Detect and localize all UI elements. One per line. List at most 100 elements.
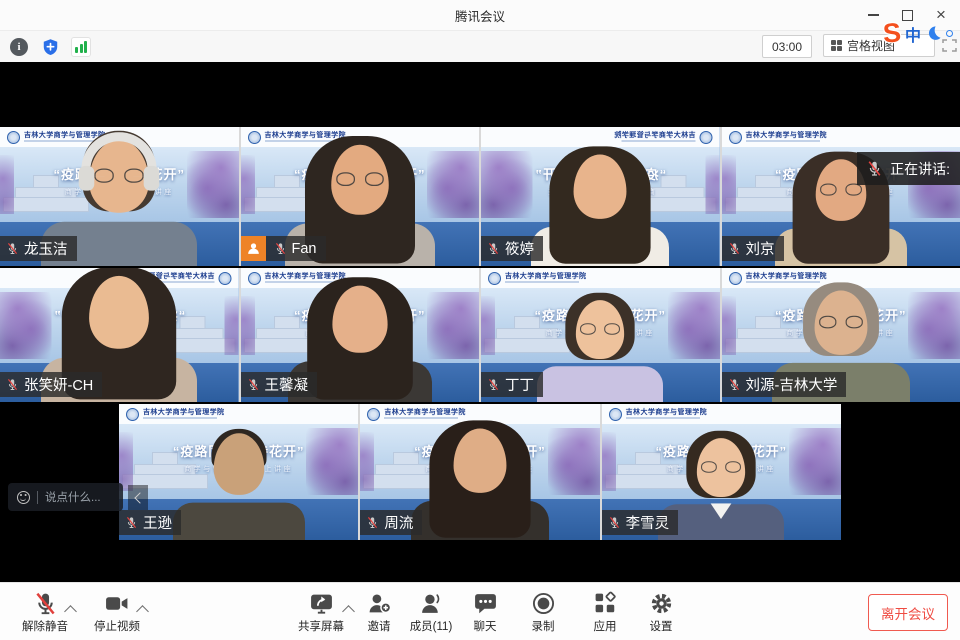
stop-video-label: 停止视频 (94, 618, 140, 634)
members-label: 成员(11) (410, 618, 453, 634)
security-button[interactable] (39, 36, 61, 58)
mic-muted-icon (125, 516, 138, 529)
university-logo-icon (367, 408, 380, 421)
video-row-3: “疫路同行 静待花开” 商学与管理学院 线上讲座 吉林大学商学与管理学院 (119, 404, 841, 540)
invite-button[interactable]: 邀请 (356, 591, 402, 634)
university-logo-icon (248, 131, 261, 144)
university-logo-icon (729, 272, 742, 285)
mic-muted-icon (728, 378, 741, 391)
minimize-icon (868, 14, 879, 16)
info-icon: i (10, 38, 28, 56)
meeting-info-button[interactable]: i (8, 36, 30, 58)
ime-dot-icon[interactable] (946, 30, 953, 37)
meeting-timer: 03:00 (762, 35, 812, 58)
participant-name: 周流 (384, 512, 413, 533)
person-headphones (82, 132, 157, 176)
background-header: 吉林大学商学与管理学院 (602, 404, 841, 424)
school-name: 吉林大学商学与管理学院 (143, 409, 224, 416)
speaking-indicator: 正在讲话: (857, 152, 960, 185)
university-logo-icon (219, 272, 232, 285)
school-name-en (626, 417, 700, 419)
person-face (332, 286, 387, 353)
participant-video-person (532, 293, 669, 402)
bottom-toolbar: 解除静音 停止视频 共享屏幕 (0, 582, 960, 640)
participant-nametag: Fan (241, 236, 326, 261)
university-logo-icon (488, 272, 501, 285)
participant-name: 刘源-吉林大学 (746, 374, 838, 395)
lilac-flowers-graphic (548, 428, 600, 495)
school-name-en (746, 140, 820, 142)
school-name: 吉林大学商学与管理学院 (626, 409, 707, 416)
participant-name: 丁丁 (505, 374, 534, 395)
chevron-left-icon (134, 492, 145, 503)
network-status-button[interactable] (70, 36, 92, 58)
participant-tile[interactable]: “疫路同行 静待花开” 商学与管理学院 线上讲座 吉林大学商学与管理学院 (722, 127, 960, 266)
status-bar: i 03:00 宫格视图 (0, 30, 960, 63)
participant-tile[interactable]: “疫路同行 静待花开” 商学与管理学院 线上讲座 吉林大学商学与管理学院 (0, 127, 239, 266)
participant-nametag: 刘源-吉林大学 (722, 372, 847, 397)
participant-nametag: 龙玉洁 (0, 236, 77, 261)
quick-chat-input[interactable]: 说点什么... (8, 483, 123, 511)
participant-tile[interactable]: “疫路同行 静待花开” 商学与管理学院 线上讲座 吉林大学商学与管理学院 (241, 127, 480, 266)
night-mode-moon-icon[interactable] (925, 25, 942, 42)
apps-button[interactable]: 应用 (584, 591, 626, 634)
university-logo-icon (248, 272, 261, 285)
background-header: 吉林大学商学与管理学院 (481, 268, 720, 288)
school-name-en (384, 417, 458, 419)
participant-nametag: 李雪灵 (602, 510, 679, 535)
video-row-2: “疫路同行 静待花开” 商学与管理学院 线上讲座 吉林大学商学与管理学院 (0, 268, 960, 402)
leave-meeting-button[interactable]: 离开会议 (868, 594, 948, 631)
record-label: 录制 (532, 618, 555, 634)
apps-icon (593, 591, 618, 616)
mic-muted-icon (6, 242, 19, 255)
ime-language-toggle[interactable]: 中 (905, 22, 921, 46)
participant-tile[interactable]: “疫路同行 静待花开” 商学与管理学院 线上讲座 吉林大学商学与管理学院 (481, 268, 720, 402)
video-grid-area: “疫路同行 静待花开” 商学与管理学院 线上讲座 吉林大学商学与管理学院 (0, 62, 960, 582)
divider (37, 491, 38, 504)
participant-name: 刘京 (746, 238, 775, 259)
mic-muted-icon (274, 242, 287, 255)
grid-view-icon (831, 40, 842, 51)
participant-nametag: 张笑妍-CH (0, 372, 102, 397)
record-icon (531, 591, 556, 616)
sogou-logo-icon[interactable]: S (882, 19, 902, 47)
participant-video-person (405, 420, 555, 540)
school-name: 吉林大学商学与管理学院 (614, 132, 695, 139)
participant-tile[interactable]: “疫路同行 静待花开” 商学与管理学院 线上讲座 吉林大学商学与管理学院 (360, 404, 599, 540)
mic-muted-icon (247, 378, 260, 391)
person-glasses (699, 461, 743, 475)
school-name-en (622, 140, 696, 142)
apps-label: 应用 (594, 618, 617, 634)
mic-muted-icon (33, 591, 58, 616)
person-torso (537, 366, 663, 402)
participant-tile[interactable]: “疫路同行 静待花开” 商学与管理学院 线上讲座 吉林大学商学与管理学院 (0, 268, 239, 402)
mic-muted-icon (608, 516, 621, 529)
school-name: 吉林大学商学与管理学院 (746, 132, 827, 139)
unmute-label: 解除静音 (22, 618, 68, 634)
participant-tile[interactable]: “疫路同行 静待花开” 商学与管理学院 线上讲座 吉林大学商学与管理学院 (602, 404, 841, 540)
participant-tile[interactable]: “疫路同行 静待花开” 商学与管理学院 线上讲座 吉林大学商学与管理学院 (241, 268, 480, 402)
participant-video-person (167, 426, 310, 540)
emoji-icon[interactable] (17, 491, 30, 504)
participant-tile[interactable]: “疫路同行 静待花开” 商学与管理学院 线上讲座 吉林大学商学与管理学院 (119, 404, 358, 540)
settings-button[interactable]: 设置 (640, 591, 682, 634)
participant-tile[interactable]: “疫路同行 静待花开” 商学与管理学院 线上讲座 吉林大学商学与管理学院 (722, 268, 960, 402)
record-button[interactable]: 录制 (520, 591, 566, 634)
school-name-en (505, 281, 579, 283)
participant-name: Fan (292, 241, 317, 257)
chat-button[interactable]: 聊天 (464, 591, 506, 634)
tencent-meeting-window: 腾讯会议 × i 03:00 (0, 0, 960, 640)
participant-nametag: 丁丁 (481, 372, 543, 397)
participant-nametag: 周流 (360, 510, 422, 535)
prev-page-button[interactable] (128, 485, 148, 510)
person-glasses (818, 184, 864, 198)
lilac-flowers-graphic (306, 428, 358, 495)
participant-tile[interactable]: “疫路同行 静待花开” 商学与管理学院 线上讲座 吉林大学商学与管理学院 (481, 127, 720, 266)
lilac-flowers-graphic (789, 428, 841, 495)
participant-name: 龙玉洁 (24, 238, 68, 259)
mic-muted-icon (866, 160, 883, 177)
settings-gear-icon (649, 591, 674, 616)
speaking-label: 正在讲话: (890, 159, 950, 179)
members-button[interactable]: 成员(11) (400, 591, 462, 634)
participant-name: 王馨凝 (265, 374, 309, 395)
